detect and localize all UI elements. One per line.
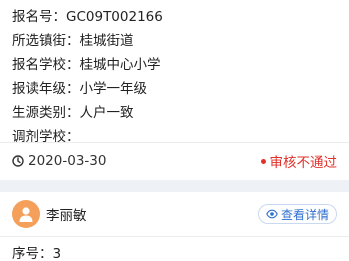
- school-row: 报名学校：桂城中心小学: [12, 53, 349, 77]
- selected-town-value: 桂城街道: [79, 33, 134, 49]
- applicant-name: 李丽敏: [46, 208, 87, 224]
- school-value: 桂城中心小学: [79, 57, 161, 73]
- next-card-header: 李丽敏 查看详情: [0, 192, 349, 236]
- registration-number-row: 报名号：GC09T002166: [12, 5, 349, 29]
- applicant: 李丽敏: [12, 200, 87, 228]
- eye-icon: [266, 208, 278, 220]
- sequence-value: 3: [52, 246, 62, 261]
- card-divider: [0, 142, 349, 143]
- application-card-info: 报名号：GC09T002166 所选镇街：桂城街道 报名学校：桂城中心小学 报读…: [0, 0, 349, 149]
- card-gap: [0, 180, 349, 192]
- user-icon: [19, 207, 33, 222]
- clock-icon: [12, 155, 24, 167]
- student-category-label: 生源类别：: [12, 105, 80, 121]
- student-category-row: 生源类别：人户一致: [12, 101, 349, 125]
- card-footer: 2020-03-30 审核不通过: [0, 148, 349, 174]
- application-list: 报名号：GC09T002166 所选镇街：桂城街道 报名学校：桂城中心小学 报读…: [0, 0, 349, 261]
- school-label: 报名学校：: [12, 57, 80, 73]
- selected-town-row: 所选镇街：桂城街道: [12, 29, 349, 53]
- student-category-value: 人户一致: [79, 105, 134, 121]
- view-details-label: 查看详情: [280, 207, 329, 222]
- grade-value: 小学一年级: [79, 81, 148, 97]
- view-details-button[interactable]: 查看详情: [257, 204, 337, 224]
- date-text: 2020-03-30: [28, 153, 107, 169]
- grade-row: 报读年级：小学一年级: [12, 77, 349, 101]
- submission-date: 2020-03-30: [12, 153, 106, 169]
- adjusted-school-row: 调剂学校：: [12, 125, 349, 149]
- status-badge: 审核不通过: [260, 151, 338, 171]
- avatar: [12, 200, 40, 228]
- grade-label: 报读年级：: [12, 81, 80, 97]
- registration-number-value: GC09T002166: [66, 9, 163, 25]
- sequence-label: 序号：: [12, 246, 53, 261]
- next-card-divider: [0, 236, 349, 237]
- selected-town-label: 所选镇街：: [12, 33, 80, 49]
- status-text: 审核不通过: [269, 155, 338, 171]
- status-dot-icon: [260, 158, 266, 164]
- registration-number-label: 报名号：: [12, 9, 66, 25]
- sequence-row: 序号：3: [12, 242, 61, 261]
